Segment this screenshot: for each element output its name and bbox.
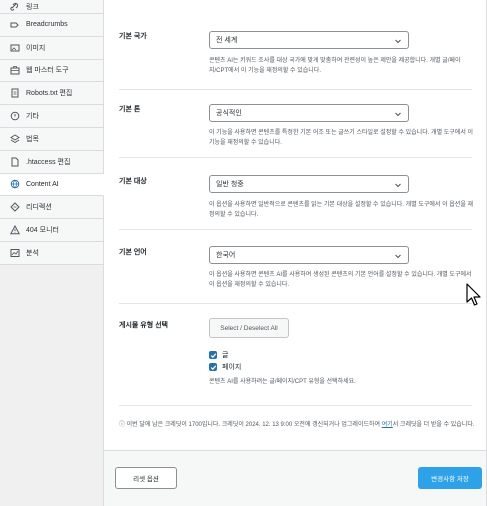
sidebar-item-label: Content AI	[26, 180, 59, 188]
image-icon	[9, 42, 20, 53]
audience-select-value: 일반 청중	[216, 181, 244, 188]
post-type-checkbox-page[interactable]: 페이지	[209, 362, 241, 372]
settings-footer: 리셋 옵션 변경사항 저장	[104, 450, 487, 506]
chevron-down-icon	[395, 112, 401, 117]
sidebar-item-label: Breadcrumbs	[26, 21, 68, 29]
language-select[interactable]: 한국어	[209, 246, 409, 264]
sidebar-item-breadcrumbs[interactable]: Breadcrumbs	[0, 14, 103, 37]
post-types-label: 게시물 유형 선택	[119, 322, 168, 329]
circle-icon	[9, 111, 20, 122]
sidebar-item-link[interactable]: 링크	[0, 0, 103, 14]
sidebar-item-404-monitor[interactable]: 404 모니터	[0, 219, 103, 242]
chevron-down-icon	[395, 254, 401, 259]
sidebar-item-label: 기타	[26, 113, 39, 121]
tone-select[interactable]: 공식적인	[209, 104, 409, 122]
tone-select-value: 공식적인	[216, 110, 242, 117]
post-types-description: 콘텐츠 AI를 사용하려는 글/페이지/CPT 유형을 선택하세요.	[209, 379, 356, 385]
warning-icon	[9, 225, 20, 236]
sidebar-item-label: 분석	[26, 249, 39, 257]
audience-setting-row: 기본 대상 일반 청중 이 옵션을 사용하면 일반적으로 콘텐츠를 읽는 기본 …	[119, 158, 473, 230]
chevron-down-icon	[395, 183, 401, 188]
tone-setting-row: 기본 톤 공식적인 이 기능을 사용하면 콘텐츠를 특정한 기본 어조 또는 글…	[119, 90, 473, 158]
credits-upgrade-link[interactable]: 여기	[382, 422, 393, 428]
checkbox-checked-icon	[209, 351, 217, 359]
credits-notice: ⓘ 이번 달에 남은 크레딧이 1700입니다. 크레딧이 2024. 12. …	[119, 420, 479, 430]
sidebar-item-label: 법목	[26, 135, 39, 143]
layers-icon	[9, 133, 20, 144]
sidebar-item-redirections[interactable]: 리디렉션	[0, 196, 103, 220]
redirect-icon	[9, 202, 20, 213]
checkbox-checked-icon	[209, 363, 217, 371]
country-description: 콘텐츠 AI는 키워드 조사를 대상 국가에 맞게 맞춤하여 관련성이 높은 제…	[209, 58, 461, 74]
globe-icon	[9, 179, 20, 190]
tone-description: 이 기능을 사용하면 콘텐츠를 특정한 기본 어조 또는 글쓰기 스타일로 설정…	[209, 130, 474, 146]
post-types-setting-row: 게시물 유형 선택 Select / Deselect All 글 페이지 콘텐…	[119, 304, 472, 406]
country-select[interactable]: 전 세계	[209, 31, 409, 49]
sidebar-item-robots[interactable]: Robots.txt 편집	[0, 82, 103, 106]
link-icon	[9, 1, 20, 12]
country-select-value: 전 세계	[216, 37, 238, 44]
tone-label: 기본 톤	[119, 106, 141, 113]
sidebar-item-schema[interactable]: 법목	[0, 127, 103, 151]
language-description: 이 옵션을 사용하면 콘텐츠 AI를 사용하여 생성된 콘텐츠의 기본 언어를 …	[209, 272, 472, 288]
sidebar-item-htaccess[interactable]: .htaccess 편집	[0, 150, 103, 174]
sidebar-item-image[interactable]: 이미지	[0, 36, 103, 60]
language-setting-row: 기본 언어 한국어 이 옵션을 사용하면 콘텐츠 AI를 사용하여 생성된 콘텐…	[119, 230, 472, 304]
sidebar-item-webmaster-tools[interactable]: 웹 마스터 도구	[0, 59, 103, 83]
sidebar-item-content-ai[interactable]: Content AI	[0, 173, 104, 197]
select-deselect-all-button[interactable]: Select / Deselect All	[209, 318, 289, 338]
settings-sidebar: 링크 Breadcrumbs 이미지 웹 마스터 도구 Robots.txt 편…	[0, 0, 104, 506]
sidebar-item-label: 이미지	[26, 44, 46, 52]
sidebar-item-label: 링크	[26, 3, 39, 11]
sidebar-item-label: Robots.txt 편집	[26, 90, 73, 98]
audience-select[interactable]: 일반 청중	[209, 175, 409, 193]
audience-description: 이 옵션을 사용하면 일반적으로 콘텐츠를 읽는 기본 대상을 설정할 수 있습…	[209, 202, 474, 218]
sidebar-item-label: 404 모니터	[26, 227, 59, 235]
sidebar-item-analytics[interactable]: 분석	[0, 241, 103, 265]
sidebar-item-label: .htaccess 편집	[26, 158, 71, 166]
document-icon	[9, 88, 20, 99]
sidebar-item-label: 리디렉션	[26, 204, 52, 212]
post-type-label: 페이지	[222, 364, 242, 371]
post-type-label: 글	[222, 352, 229, 359]
mouse-cursor-icon	[466, 283, 481, 306]
save-changes-button[interactable]: 변경사항 저장	[418, 467, 482, 489]
credits-notice-text: ⓘ 이번 달에 남은 크레딧이 1700입니다. 크레딧이 2024. 12. …	[119, 422, 382, 428]
post-type-checkbox-post[interactable]: 글	[209, 350, 228, 360]
language-label: 기본 언어	[119, 249, 147, 256]
country-setting-row: 기본 국가 전 세계 콘텐츠 AI는 키워드 조사를 대상 국가에 맞게 맞춤하…	[119, 22, 472, 90]
sidebar-item-misc[interactable]: 기타	[0, 105, 103, 128]
credits-notice-text-end: 서 크레딧을 더 받을 수 있습니다.	[392, 422, 475, 428]
audience-label: 기본 대상	[119, 178, 147, 185]
country-label: 기본 국가	[119, 33, 147, 40]
chart-icon	[9, 247, 20, 258]
chevron-down-icon	[395, 39, 401, 44]
language-select-value: 한국어	[216, 252, 236, 259]
toolbox-icon	[9, 65, 20, 76]
breadcrumbs-icon	[9, 19, 20, 30]
file-icon	[9, 156, 20, 167]
reset-options-button[interactable]: 리셋 옵션	[115, 467, 177, 489]
sidebar-item-label: 웹 마스터 도구	[26, 67, 69, 75]
content-ai-settings-panel: 기본 국가 전 세계 콘텐츠 AI는 키워드 조사를 대상 국가에 맞게 맞춤하…	[104, 0, 487, 450]
